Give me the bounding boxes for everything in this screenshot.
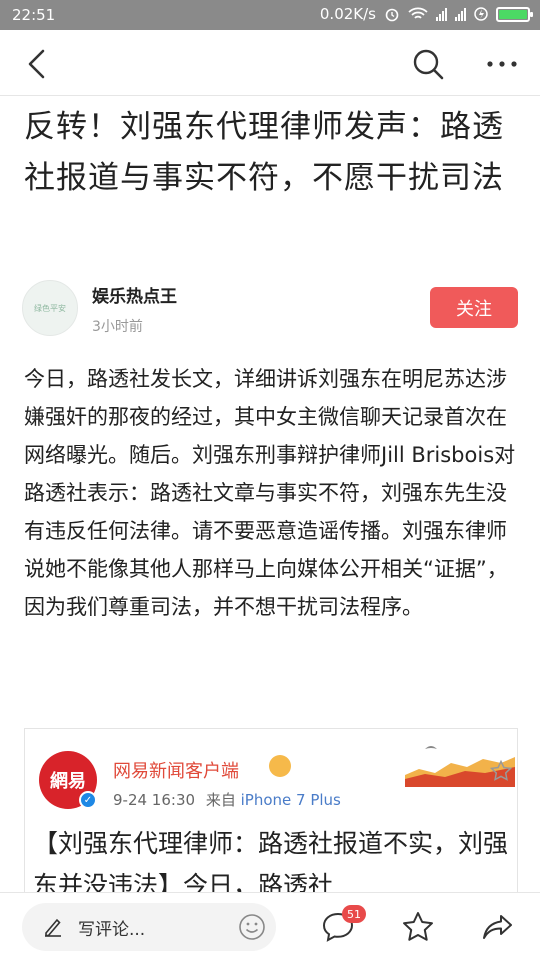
author-row: 绿色平安 娱乐热点王 3小时前 关注 [22, 280, 522, 344]
star-icon[interactable] [400, 909, 436, 945]
publish-time: 3小时前 [92, 319, 143, 335]
via-prefix: 来自 [205, 791, 236, 809]
comment-placeholder: 写评论... [78, 920, 146, 940]
favorite-post-icon[interactable] [489, 759, 513, 783]
comment-count-badge: 51 [342, 905, 366, 923]
battery-level [499, 9, 527, 19]
avatar-label: 绿色平安 [34, 303, 66, 313]
bottom-action-bar: 写评论... 51 [0, 892, 540, 960]
status-bar: 22:51 0.02K/s [0, 0, 540, 30]
signal-icon [455, 7, 466, 21]
post-date: 9-24 16:30 [113, 791, 196, 809]
verified-icon: ✓ [79, 791, 97, 809]
search-icon[interactable] [408, 44, 448, 84]
comment-input[interactable]: 写评论... [22, 903, 276, 951]
more-icon[interactable] [482, 44, 522, 84]
medal-icon [269, 755, 291, 777]
top-nav-bar [0, 30, 540, 96]
network-speed: 0.02K/s [319, 5, 376, 23]
follow-button[interactable]: 关注 [430, 287, 518, 328]
pen-icon [45, 918, 61, 937]
embedded-post-card[interactable]: 網易 ✓ 网易新闻客户端 9-24 16:30 来自 iPhone 7 Plus… [24, 728, 518, 898]
alarm-icon [385, 8, 399, 22]
share-icon[interactable] [480, 909, 516, 945]
post-text: 【刘强东代理律师：路透社报道不实，刘强东并没违法】今日，路透社 [33, 829, 509, 898]
charging-icon [474, 7, 488, 21]
status-icons: 0.02K/s [319, 5, 533, 23]
article-title: 反转！刘强东代理律师发声：路透社报道与事实不符，不愿干扰司法 [24, 109, 504, 196]
post-meta: 9-24 16:30 来自 iPhone 7 Plus [113, 789, 341, 810]
back-icon[interactable] [18, 44, 58, 84]
wifi-icon [408, 7, 428, 19]
avatar[interactable]: 绿色平安 [22, 280, 78, 336]
source-name: 网易新闻客户端 [113, 761, 239, 782]
via-app: iPhone 7 Plus [240, 791, 341, 809]
author-name[interactable]: 娱乐热点王 [92, 282, 177, 307]
article-body: 今日，路透社发长文，详细讲诉刘强东在明尼苏达涉嫌强奸的那夜的经过，其中女主微信聊… [24, 367, 516, 619]
source-logo-text: 網易 [50, 771, 86, 792]
emoji-icon[interactable] [238, 913, 266, 941]
status-time: 22:51 [12, 6, 56, 24]
signal-icon [436, 7, 447, 21]
battery-icon [496, 6, 533, 22]
